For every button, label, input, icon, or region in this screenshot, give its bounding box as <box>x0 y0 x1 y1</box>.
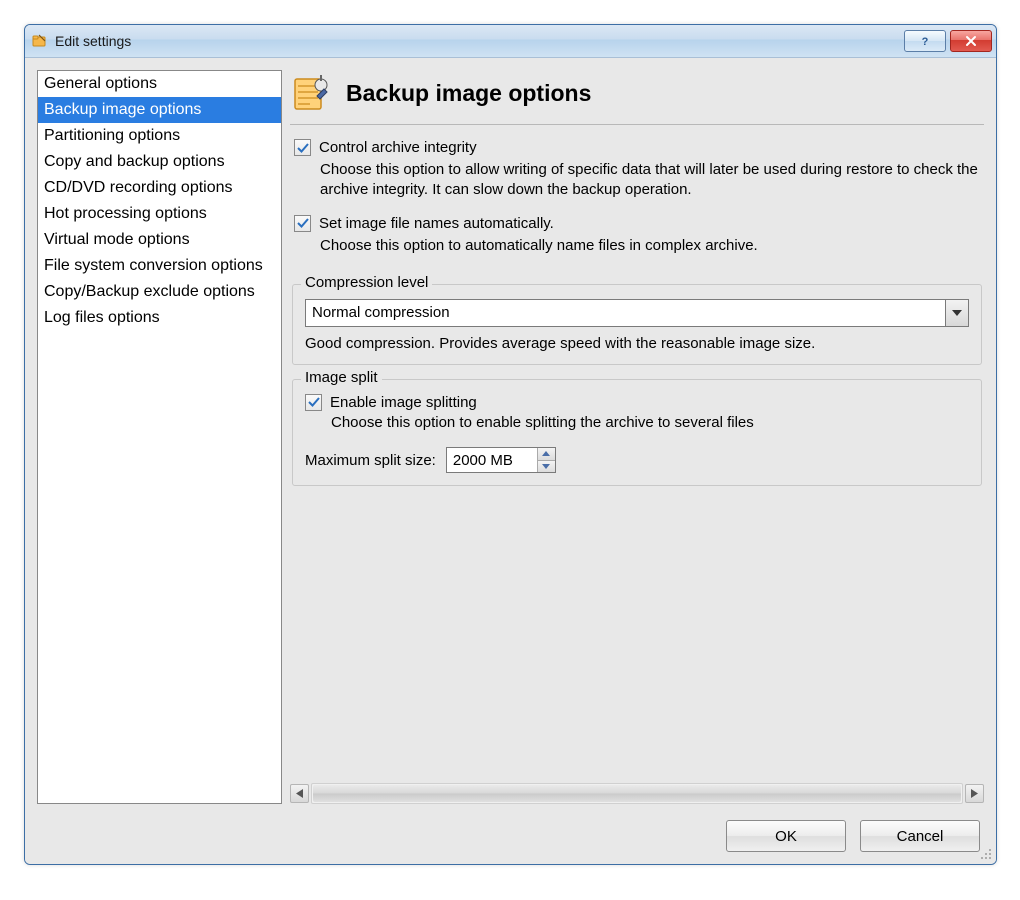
help-button[interactable]: ? <box>904 30 946 52</box>
titlebar: Edit settings ? <box>25 25 996 58</box>
sidebar-item-4[interactable]: CD/DVD recording options <box>38 175 281 201</box>
scroll-left-button[interactable] <box>290 784 309 803</box>
compression-value: Normal compression <box>306 300 945 326</box>
cancel-button[interactable]: Cancel <box>860 820 980 852</box>
enable-split-desc: Choose this option to enable splitting t… <box>331 413 963 433</box>
dialog-body: General optionsBackup image optionsParti… <box>25 58 996 864</box>
settings-dialog: Edit settings ? General optionsBackup im… <box>24 24 997 865</box>
page-icon <box>290 72 332 114</box>
image-split-legend: Image split <box>301 369 382 386</box>
compression-desc: Good compression. Provides average speed… <box>305 335 969 352</box>
max-split-value: 2000 MB <box>447 448 537 472</box>
spin-buttons <box>537 448 555 472</box>
auto-name-option: Set image file names automatically. Choo… <box>290 215 984 256</box>
sidebar-item-9[interactable]: Log files options <box>38 305 281 331</box>
max-split-label: Maximum split size: <box>305 452 436 469</box>
compression-legend: Compression level <box>301 274 432 291</box>
spin-up-button[interactable] <box>538 448 555 461</box>
window-controls: ? <box>904 30 992 52</box>
sidebar-item-5[interactable]: Hot processing options <box>38 201 281 227</box>
sidebar-item-6[interactable]: Virtual mode options <box>38 227 281 253</box>
horizontal-scrollbar[interactable] <box>290 773 984 804</box>
image-split-group: Image split Enable image splitting Choos… <box>292 379 982 486</box>
category-list[interactable]: General optionsBackup image optionsParti… <box>37 70 282 804</box>
control-integrity-checkbox[interactable] <box>294 139 311 156</box>
max-split-spinbox[interactable]: 2000 MB <box>446 447 556 473</box>
spin-down-button[interactable] <box>538 461 555 473</box>
auto-name-label: Set image file names automatically. <box>319 215 554 232</box>
sidebar-item-1[interactable]: Backup image options <box>38 97 281 123</box>
sidebar-item-7[interactable]: File system conversion options <box>38 253 281 279</box>
scroll-thumb[interactable] <box>313 785 961 802</box>
scroll-track[interactable] <box>311 783 963 804</box>
auto-name-desc: Choose this option to automatically name… <box>320 236 978 256</box>
enable-split-label: Enable image splitting <box>330 394 477 411</box>
auto-name-checkbox[interactable] <box>294 215 311 232</box>
options-panel: Backup image options Control archive int… <box>290 70 984 804</box>
compression-combo[interactable]: Normal compression <box>305 299 969 327</box>
control-integrity-option: Control archive integrity Choose this op… <box>290 139 984 201</box>
sidebar-item-3[interactable]: Copy and backup options <box>38 149 281 175</box>
chevron-down-icon[interactable] <box>945 300 968 326</box>
close-button[interactable] <box>950 30 992 52</box>
sidebar-item-2[interactable]: Partitioning options <box>38 123 281 149</box>
control-integrity-desc: Choose this option to allow writing of s… <box>320 160 978 201</box>
sidebar-item-8[interactable]: Copy/Backup exclude options <box>38 279 281 305</box>
enable-split-checkbox[interactable] <box>305 394 322 411</box>
page-title: Backup image options <box>346 80 591 107</box>
resize-grip[interactable] <box>979 847 993 861</box>
window-title: Edit settings <box>55 33 904 49</box>
dialog-footer: OK Cancel <box>37 804 984 854</box>
sidebar-item-0[interactable]: General options <box>38 71 281 97</box>
compression-group: Compression level Normal compression Goo… <box>292 284 982 365</box>
ok-button[interactable]: OK <box>726 820 846 852</box>
svg-text:?: ? <box>922 36 929 47</box>
page-header: Backup image options <box>290 70 984 120</box>
control-integrity-label: Control archive integrity <box>319 139 477 156</box>
scroll-right-button[interactable] <box>965 784 984 803</box>
app-icon <box>31 32 49 50</box>
divider <box>290 124 984 125</box>
